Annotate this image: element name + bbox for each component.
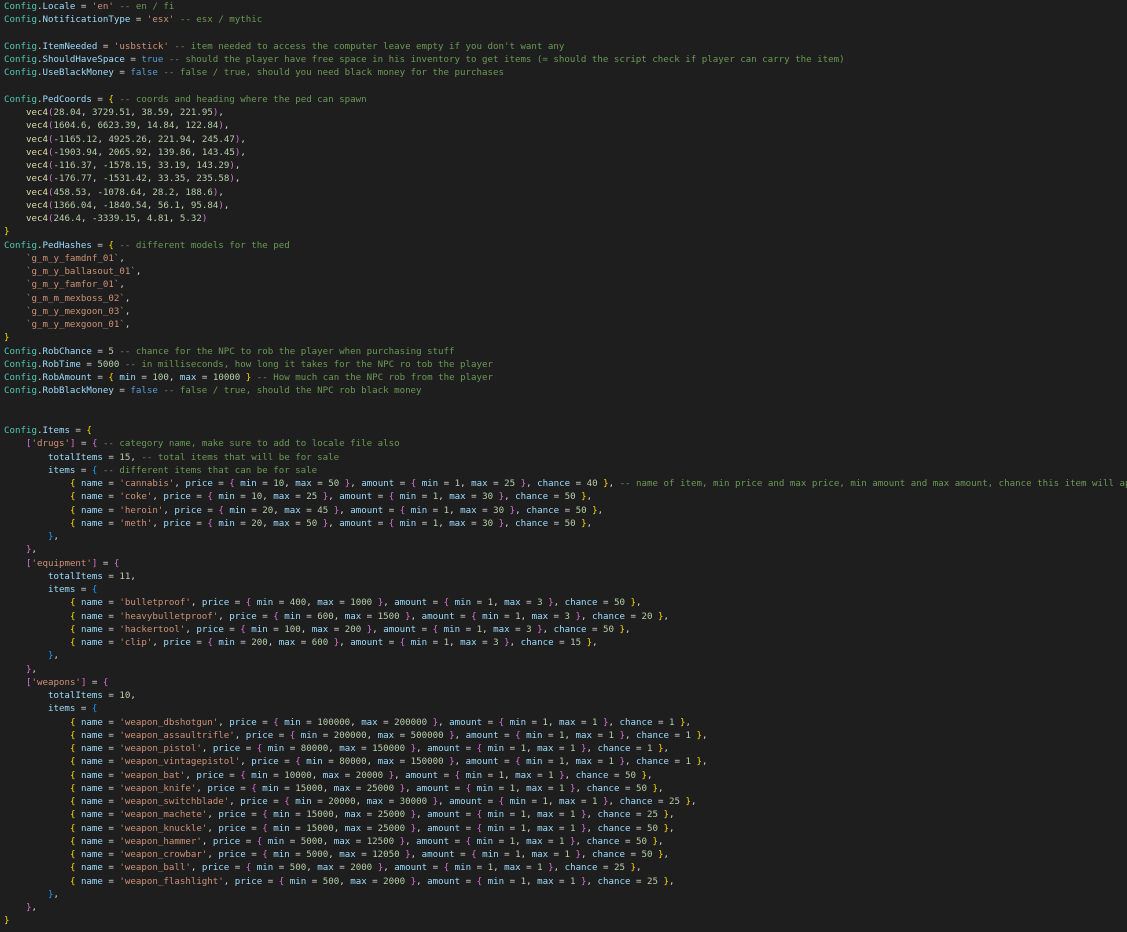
code-line: items = {	[47, 585, 98, 595]
code-line: { name = 'hackertool', price = { min = 1…	[69, 624, 631, 635]
code-editor[interactable]: Config.Locale = 'en' -- en / fi Config.No…	[0, 0, 1127, 932]
code-line: },	[25, 545, 37, 556]
code-line: totalItems = 15, -- total items that wil…	[47, 452, 340, 463]
code-line: `g_m_y_mexgoon_03`,	[25, 306, 131, 317]
code-line: { name = 'weapon_knife', price = { min =…	[69, 783, 664, 794]
code-line: { name = 'weapon_ball', price = { min = …	[69, 863, 642, 874]
code-line: { name = 'weapon_assaultrifle', price = …	[69, 730, 708, 741]
code-line: `g_m_y_famdnf_01`,	[25, 253, 125, 264]
code-line: Config.Items = {	[4, 426, 92, 436]
code-line: vec4(28.04, 3729.51, 38.59, 221.95),	[25, 108, 224, 118]
code-line: ['drugs'] = { -- category name, make sur…	[25, 439, 400, 450]
code-line: Config.PedCoords = { -- coords and headi…	[4, 94, 367, 105]
code-line: Config.RobBlackMoney = false -- false / …	[4, 386, 422, 397]
code-line: vec4(458.53, -1078.64, 28.2, 188.6),	[25, 187, 224, 198]
code-line: vec4(-176.77, -1531.42, 33.35, 235.58),	[25, 174, 241, 185]
code-line: { name = 'weapon_bat', price = { min = 1…	[69, 770, 653, 781]
code-line: vec4(-116.37, -1578.15, 33.19, 143.29),	[25, 161, 241, 171]
code-line: ['equipment'] = {	[25, 558, 120, 569]
code-line: totalItems = 11,	[47, 571, 136, 582]
code-line: Config.ItemNeeded = 'usbstick' -- item n…	[4, 41, 565, 52]
code-line: `g_m_y_ballasout_01`,	[25, 267, 142, 277]
code-line: vec4(-1165.12, 4925.26, 221.94, 245.47),	[25, 134, 246, 145]
code-line: { name = 'weapon_knuckle', price = { min…	[69, 823, 675, 834]
code-line: { name = 'weapon_hammer', price = { min …	[69, 836, 664, 847]
code-line: { name = 'coke', price = { min = 10, max…	[69, 492, 593, 503]
code-line: { name = 'weapon_switchblade', price = {…	[69, 797, 697, 807]
code-line: { name = 'weapon_crowbar', price = { min…	[69, 850, 669, 860]
code-line: totalItems = 10,	[47, 691, 136, 701]
code-line: { name = 'weapon_flashlight', price = { …	[69, 876, 675, 887]
code-line: vec4(246.4, -3339.15, 4.81, 5.32)	[25, 214, 208, 224]
code-line: Config.ShouldHaveSpace = true -- should …	[4, 55, 845, 65]
code-line: `g_m_y_mexgoon_01`,	[25, 320, 131, 330]
code-line: Config.PedHashes = { -- different models…	[4, 240, 290, 251]
code-line: { name = 'weapon_dbshotgun', price = { m…	[69, 717, 691, 728]
code-line: },	[47, 889, 59, 900]
code-line: { name = 'weapon_vintagepistol', price =…	[69, 757, 708, 768]
code-line: Config.UseBlackMoney = false -- false / …	[4, 68, 504, 79]
code-line: vec4(1604.6, 6623.39, 14.84, 122.84),	[25, 121, 230, 132]
code-line: { name = 'clip', price = { min = 200, ma…	[69, 638, 598, 648]
code-line: vec4(-1903.94, 2065.92, 139.86, 143.45),	[25, 147, 246, 158]
code-line: }	[4, 227, 10, 238]
code-line: { name = 'weapon_machete', price = { min…	[69, 810, 675, 821]
code-line: `g_m_m_mexboss_02`,	[25, 293, 131, 304]
code-line: }	[4, 333, 10, 344]
code-line: Config.RobChance = 5 -- chance for the N…	[4, 346, 455, 357]
code-line: { name = 'meth', price = { min = 20, max…	[69, 518, 593, 529]
code-line: { name = 'weapon_pistol', price = { min …	[69, 744, 669, 754]
code-line: ['weapons'] = {	[25, 677, 109, 688]
code-line: },	[47, 532, 59, 542]
code-line: },	[25, 903, 37, 913]
code-line: Config.RobTime = 5000 -- in milliseconds…	[4, 359, 493, 370]
code-line: `g_m_y_famfor_01`,	[25, 280, 125, 291]
code-line: Config.NotificationType = 'esx' -- esx /…	[4, 15, 263, 26]
code-line: { name = 'heroin', price = { min = 20, m…	[69, 505, 604, 516]
code-line: items = { -- different items that can be…	[47, 465, 318, 476]
code-line: },	[47, 651, 59, 662]
code-line: { name = 'bulletproof', price = { min = …	[69, 598, 642, 609]
code-line: },	[25, 664, 37, 675]
code-line: Config.Locale = 'en' -- en / fi	[4, 2, 175, 12]
code-line: vec4(1366.04, -1840.54, 56.1, 95.84),	[25, 200, 230, 211]
code-line: { name = 'cannabis', price = { min = 10,…	[69, 479, 1127, 489]
code-line: }	[4, 916, 10, 927]
code-line: items = {	[47, 704, 98, 715]
code-line: { name = 'heavybulletproof', price = { m…	[69, 611, 669, 622]
code-line: Config.RobAmount = { min = 100, max = 10…	[4, 373, 494, 383]
